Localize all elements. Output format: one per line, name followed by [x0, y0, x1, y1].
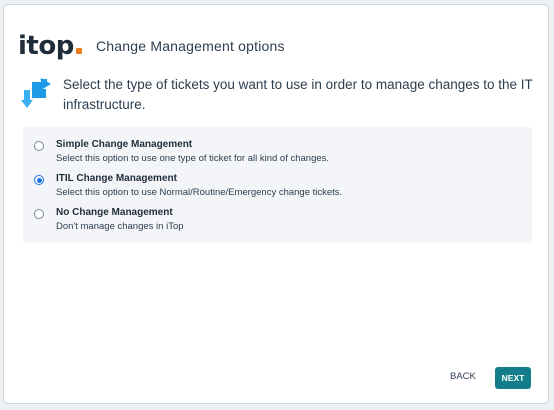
option-description: Select this option to use Normal/Routine… — [56, 187, 343, 198]
page-title: Change Management options — [96, 38, 285, 54]
setup-wizard-window: itop Change Management options Select th… — [3, 4, 549, 404]
option-label: ITIL Change Management — [56, 173, 177, 184]
logo-dot — [75, 48, 82, 54]
options-panel: Simple Change Management Select this opt… — [23, 127, 532, 243]
radio-simple-change[interactable] — [34, 141, 44, 151]
option-description: Select this option to use one type of ti… — [56, 153, 330, 164]
radio-no-change[interactable] — [34, 209, 44, 219]
itop-logo: itop — [18, 33, 82, 59]
next-button[interactable]: NEXT — [495, 367, 531, 389]
radio-itil-change[interactable] — [34, 175, 44, 185]
option-description: Don't manage changes in iTop — [56, 221, 184, 232]
option-label: No Change Management — [56, 207, 173, 218]
intro-text: Select the type of tickets you want to u… — [63, 77, 533, 112]
back-button[interactable]: BACK — [450, 367, 476, 387]
change-arrows-icon — [21, 78, 51, 108]
logo-text: itop — [18, 31, 74, 61]
option-label: Simple Change Management — [56, 139, 193, 150]
